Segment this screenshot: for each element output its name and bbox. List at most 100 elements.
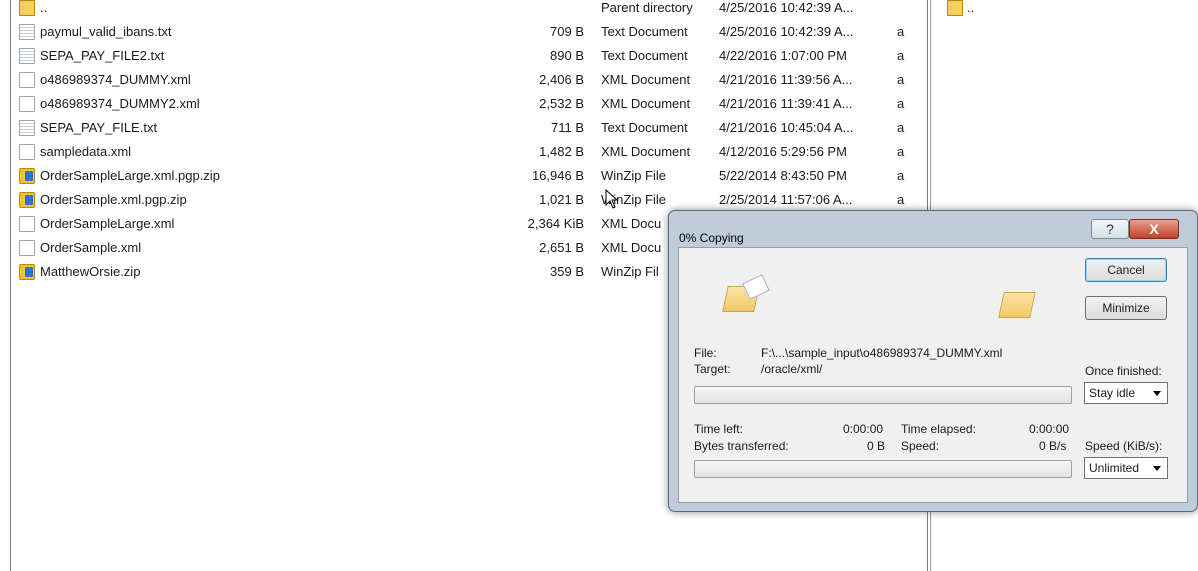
folder-up-icon	[947, 0, 963, 16]
file-name-cell: OrderSampleLarge.xml	[40, 216, 175, 231]
file-name-cell: MatthewOrsie.zip	[40, 264, 141, 279]
file-icon	[19, 96, 35, 112]
text-file-icon	[19, 120, 35, 136]
file-name-cell: OrderSample.xml.pgp.zip	[40, 192, 187, 207]
file-path-value: F:\...\sample_input\o486989374_DUMMY.xml	[761, 346, 1003, 360]
dropdown-arrow-icon	[1153, 466, 1161, 471]
file-name-cell: OrderSampleLarge.xml.pgp.zip	[40, 168, 220, 183]
dialog-title: 0% Copying	[679, 231, 744, 245]
file-type-cell: Text Document	[601, 24, 688, 39]
time-elapsed-label: Time elapsed:	[901, 422, 976, 436]
parent-dir-label: ..	[967, 0, 975, 15]
file-date-cell: 5/22/2014 8:43:50 PM	[719, 168, 847, 183]
file-type-cell: WinZip Fil	[601, 264, 659, 279]
file-date-cell: 4/21/2016 11:39:56 A...	[719, 72, 853, 87]
file-type-cell: XML Document	[601, 144, 691, 159]
file-date-cell: 4/25/2016 10:42:39 A...	[719, 0, 854, 15]
file-attr-cell: a	[897, 144, 905, 159]
copy-progress-dialog: 0% Copying ? X Cancel Minimize File: F:\…	[668, 210, 1198, 512]
file-type-cell: Text Document	[601, 120, 688, 135]
table-row[interactable]: OrderSampleLarge.xml.pgp.zip 16,946 B WinZ…	[0, 164, 928, 188]
zip-file-icon	[19, 168, 35, 184]
file-name-cell: OrderSample.xml	[40, 240, 142, 255]
file-name-cell: SEPA_PAY_FILE2.txt	[40, 48, 165, 63]
file-name-cell: o486989374_DUMMY2.xml	[40, 96, 200, 111]
speed-limit-select[interactable]: Unlimited	[1084, 457, 1168, 479]
target-path-value: /oracle/xml/	[761, 362, 823, 376]
file-name-cell: paymul_valid_ibans.txt	[40, 24, 172, 39]
file-type-cell: Text Document	[601, 48, 688, 63]
file-date-cell: 4/22/2016 1:07:00 PM	[719, 48, 847, 63]
file-name-cell: sampledata.xml	[40, 144, 132, 159]
file-type-cell: WinZip File	[601, 168, 667, 183]
cancel-button[interactable]: Cancel	[1085, 258, 1167, 282]
mouse-cursor-icon	[605, 189, 619, 209]
list-item[interactable]: ..	[931, 0, 1198, 20]
once-finished-select[interactable]: Stay idle	[1084, 382, 1168, 404]
file-date-cell: 4/21/2016 11:39:41 A...	[719, 96, 853, 111]
file-type-cell: XML Document	[601, 96, 691, 111]
close-button[interactable]: X	[1129, 219, 1179, 239]
table-row[interactable]: OrderSample.xml.pgp.zip 1,021 B WinZip Fil…	[0, 188, 928, 212]
file-size-cell: 711 B	[550, 120, 584, 135]
file-date-cell: 4/21/2016 10:45:04 A...	[719, 120, 854, 135]
file-label: File:	[694, 346, 717, 360]
file-size-cell: 1,021 B	[539, 192, 584, 207]
file-attr-cell: a	[897, 24, 905, 39]
time-elapsed-value: 0:00:00	[1029, 422, 1070, 436]
total-progress-bar	[694, 460, 1072, 478]
minimize-button[interactable]: Minimize	[1085, 296, 1167, 320]
file-date-cell: 4/12/2016 5:29:56 PM	[719, 144, 847, 159]
bytes-transferred-value: 0 B	[867, 439, 886, 453]
file-size-cell: 890 B	[550, 48, 584, 63]
time-left-label: Time left:	[694, 422, 743, 436]
speed-value: 0 B/s	[1039, 439, 1067, 453]
folder-up-icon	[19, 0, 35, 16]
file-size-cell: 1,482 B	[539, 144, 584, 159]
table-row[interactable]: sampledata.xml 1,482 B XML Document 4/12/20…	[0, 140, 928, 164]
close-icon: X	[1149, 221, 1159, 237]
file-size-cell: 2,406 B	[539, 72, 584, 87]
table-row[interactable]: .. Parent directory 4/25/2016 10:42:39 A..…	[0, 0, 928, 20]
file-name-cell: o486989374_DUMMY.xml	[40, 72, 191, 87]
table-row[interactable]: o486989374_DUMMY.xml 2,406 B XML Document 4…	[0, 68, 928, 92]
zip-file-icon	[19, 264, 35, 280]
table-row[interactable]: o486989374_DUMMY2.xml 2,532 B XML Document…	[0, 92, 928, 116]
speed-limit-label: Speed (KiB/s):	[1085, 439, 1163, 453]
file-size-cell: 2,364 KiB	[527, 216, 584, 231]
text-file-icon	[19, 24, 35, 40]
text-file-icon	[19, 48, 35, 64]
file-size-cell: 2,651 B	[539, 240, 584, 255]
file-icon	[19, 72, 35, 88]
target-label: Target:	[694, 362, 731, 376]
table-row[interactable]: SEPA_PAY_FILE.txt 711 B Text Document 4/21/…	[0, 116, 928, 140]
file-icon	[19, 216, 35, 232]
file-progress-bar	[694, 386, 1072, 404]
file-name-cell: ..	[40, 0, 48, 15]
cancel-button-label: Cancel	[1107, 263, 1145, 277]
file-type-cell: Parent directory	[601, 0, 693, 15]
bytes-transferred-label: Bytes transferred:	[694, 439, 789, 453]
file-attr-cell: a	[897, 72, 905, 87]
zip-file-icon	[19, 192, 35, 208]
minimize-button-label: Minimize	[1102, 301, 1150, 315]
file-type-cell: XML Docu	[601, 216, 662, 231]
file-date-cell: 2/25/2014 11:57:06 A...	[719, 192, 853, 207]
file-size-cell: 359 B	[550, 264, 584, 279]
speed-label: Speed:	[901, 439, 940, 453]
table-row[interactable]: SEPA_PAY_FILE2.txt 890 B Text Document 4/22…	[0, 44, 928, 68]
speed-limit-value: Unlimited	[1089, 461, 1140, 475]
once-finished-label: Once finished:	[1085, 364, 1162, 378]
file-size-cell: 16,946 B	[531, 168, 584, 183]
dropdown-arrow-icon	[1153, 391, 1161, 396]
file-attr-cell: a	[897, 168, 905, 183]
help-button[interactable]: ?	[1091, 219, 1129, 239]
file-size-cell: 2,532 B	[539, 96, 584, 111]
file-attr-cell: a	[897, 48, 905, 63]
dialog-client-area: Cancel Minimize File: F:\...\sample_inpu…	[678, 247, 1188, 503]
target-folder-icon	[998, 292, 1036, 318]
time-left-value: 0:00:00	[843, 422, 884, 436]
file-date-cell: 4/25/2016 10:42:39 A...	[719, 24, 854, 39]
file-name-cell: SEPA_PAY_FILE.txt	[40, 120, 158, 135]
table-row[interactable]: paymul_valid_ibans.txt 709 B Text Document…	[0, 20, 928, 44]
